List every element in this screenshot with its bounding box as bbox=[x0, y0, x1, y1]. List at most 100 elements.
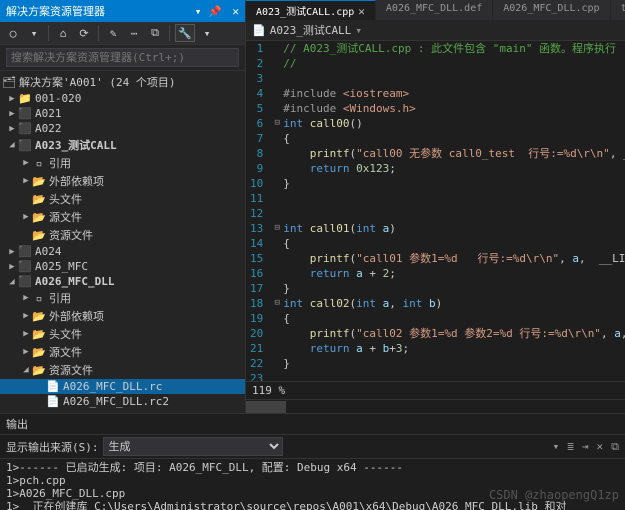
tree-item[interactable]: ▶⬛A025_MFC bbox=[0, 259, 245, 274]
close-tab-icon[interactable]: ✕ bbox=[358, 5, 365, 18]
code-line[interactable]: // A023_测试CALL.cpp : 此文件包含 "main" 函数。程序执… bbox=[283, 41, 625, 56]
fold-marker[interactable] bbox=[271, 266, 283, 281]
back-icon[interactable]: ◯ bbox=[4, 24, 22, 42]
fold-marker[interactable]: ⊟ bbox=[271, 296, 283, 311]
sync-icon[interactable]: ⟳ bbox=[75, 24, 93, 42]
code-line[interactable]: int call02(int a, int b) bbox=[283, 296, 625, 311]
tree-item[interactable]: ▶📂头文件 bbox=[0, 325, 245, 343]
code-line[interactable]: return a + 2; bbox=[283, 266, 625, 281]
zoom-level[interactable]: 119 % bbox=[246, 381, 625, 399]
fold-marker[interactable] bbox=[271, 86, 283, 101]
code-line[interactable]: #include <Windows.h> bbox=[283, 101, 625, 116]
expand-icon[interactable]: ▶ bbox=[6, 262, 18, 272]
code-line[interactable] bbox=[283, 371, 625, 381]
settings-icon[interactable]: ▾ bbox=[198, 24, 216, 42]
tree-item[interactable]: ▶📂外部依赖项 bbox=[0, 307, 245, 325]
fold-marker[interactable] bbox=[271, 41, 283, 56]
code-line[interactable]: // bbox=[283, 56, 625, 71]
code-line[interactable]: return a + b+3; bbox=[283, 341, 625, 356]
code-line[interactable] bbox=[283, 71, 625, 86]
breadcrumb[interactable]: 📄 A023_测试CALL ▾ bbox=[246, 20, 625, 41]
fold-marker[interactable] bbox=[271, 356, 283, 371]
expand-icon[interactable]: ◢ bbox=[20, 365, 32, 375]
code-line[interactable]: printf("call01 参数1=%d 行号:=%d\r\n", a, __… bbox=[283, 251, 625, 266]
tree-item[interactable]: ▶⬛A022 bbox=[0, 121, 245, 136]
expand-icon[interactable]: ▶ bbox=[6, 109, 18, 119]
scroll-thumb[interactable] bbox=[246, 401, 286, 413]
expand-icon[interactable]: ▶ bbox=[20, 347, 32, 357]
code-line[interactable]: #include <iostream> bbox=[283, 86, 625, 101]
fold-marker[interactable] bbox=[271, 191, 283, 206]
expand-icon[interactable]: ▶ bbox=[20, 311, 32, 321]
fwd-icon[interactable]: ▾ bbox=[25, 24, 43, 42]
fold-marker[interactable] bbox=[271, 251, 283, 266]
fold-marker[interactable] bbox=[271, 146, 283, 161]
pin-output-icon[interactable]: ⧉ bbox=[611, 440, 619, 454]
solution-root[interactable]: 🗂 解决方案'A001' (24 个项目) bbox=[0, 73, 245, 91]
brush-icon[interactable]: ✎ bbox=[104, 24, 122, 42]
close-icon[interactable]: ✕ bbox=[232, 5, 239, 18]
code-line[interactable]: } bbox=[283, 176, 625, 191]
code-line[interactable]: return 0x123; bbox=[283, 161, 625, 176]
fold-marker[interactable] bbox=[271, 101, 283, 116]
breadcrumb-dropdown[interactable]: ▾ bbox=[355, 24, 362, 37]
editor-tab[interactable]: A026_MFC_DLL.def bbox=[376, 0, 493, 20]
tree-item[interactable]: ▶▫引用 bbox=[0, 289, 245, 307]
wrench-icon[interactable]: 🔧 bbox=[175, 24, 195, 42]
fold-marker[interactable] bbox=[271, 206, 283, 221]
pin-icon[interactable]: ▾ 📌 bbox=[195, 5, 222, 18]
tree-item[interactable]: ▶📁001-020 bbox=[0, 91, 245, 106]
code-line[interactable]: { bbox=[283, 236, 625, 251]
editor-tab[interactable]: A026_MFC_DLL.cpp bbox=[493, 0, 610, 20]
fold-marker[interactable] bbox=[271, 176, 283, 191]
editor-tab[interactable]: A023_测试CALL.cpp✕ bbox=[246, 0, 376, 20]
code-line[interactable]: int call01(int a) bbox=[283, 221, 625, 236]
code-line[interactable]: printf("call00 无参数 call0_test 行号:=%d\r\n… bbox=[283, 146, 625, 161]
expand-icon[interactable]: ▶ bbox=[6, 124, 18, 134]
solution-tree[interactable]: 🗂 解决方案'A001' (24 个项目) ▶📁001-020▶⬛A021▶⬛A… bbox=[0, 71, 245, 413]
code-line[interactable] bbox=[283, 191, 625, 206]
fold-marker[interactable] bbox=[271, 371, 283, 381]
fold-gutter[interactable]: ⊟⊟⊟⊟ bbox=[271, 41, 283, 381]
tree-item[interactable]: ▶📂源文件 bbox=[0, 343, 245, 361]
code-line[interactable]: { bbox=[283, 131, 625, 146]
tree-item[interactable]: ◢📂资源文件 bbox=[0, 361, 245, 379]
tree-item[interactable]: 📂头文件 bbox=[0, 190, 245, 208]
fold-marker[interactable]: ⊟ bbox=[271, 116, 283, 131]
expand-icon[interactable]: ◢ bbox=[6, 140, 18, 150]
fold-marker[interactable] bbox=[271, 326, 283, 341]
fold-marker[interactable] bbox=[271, 56, 283, 71]
toggle-icon[interactable]: ≣ bbox=[567, 440, 574, 454]
expand-icon[interactable]: ◢ bbox=[6, 277, 18, 287]
fold-marker[interactable] bbox=[271, 281, 283, 296]
expand-icon[interactable]: ▶ bbox=[20, 212, 32, 222]
clear-icon[interactable]: ▾ bbox=[553, 440, 560, 454]
list-icon[interactable]: ⋯ bbox=[125, 24, 143, 42]
tree-item[interactable]: ◢⬛A023_测试CALL bbox=[0, 136, 245, 154]
code-line[interactable] bbox=[283, 206, 625, 221]
code-line[interactable]: } bbox=[283, 281, 625, 296]
fold-marker[interactable] bbox=[271, 311, 283, 326]
filter-icon[interactable]: ⧉ bbox=[146, 24, 164, 42]
output-text[interactable]: 1>------ 已启动生成: 项目: A026_MFC_DLL, 配置: De… bbox=[0, 459, 625, 510]
output-source-select[interactable]: 生成 bbox=[103, 437, 283, 456]
tree-item[interactable]: ▶⬛A021 bbox=[0, 106, 245, 121]
expand-icon[interactable]: ▶ bbox=[6, 94, 18, 104]
code-line[interactable]: printf("call02 参数1=%d 参数2=%d 行号:=%d\r\n"… bbox=[283, 326, 625, 341]
tree-item[interactable]: ▶⬛A024 bbox=[0, 244, 245, 259]
tree-item[interactable]: ▶📂外部依赖项 bbox=[0, 172, 245, 190]
code-line[interactable]: int call00() bbox=[283, 116, 625, 131]
fold-marker[interactable] bbox=[271, 71, 283, 86]
expand-icon[interactable]: ▶ bbox=[20, 329, 32, 339]
expand-icon[interactable]: ▶ bbox=[6, 247, 18, 257]
fold-marker[interactable]: ⊟ bbox=[271, 221, 283, 236]
fold-marker[interactable] bbox=[271, 341, 283, 356]
editor-tab[interactable]: targetver.h bbox=[611, 0, 625, 20]
wrap-icon[interactable]: ⇥ bbox=[582, 440, 589, 454]
code-area[interactable]: 1234567891011121314151617181920212223242… bbox=[246, 41, 625, 381]
tree-item[interactable]: 📄A026_MFC_DLL.rc bbox=[0, 379, 245, 394]
code-line[interactable]: { bbox=[283, 311, 625, 326]
search-input[interactable] bbox=[6, 48, 239, 67]
tree-item[interactable]: 📄A026_MFC_DLL.rc2 bbox=[0, 394, 245, 409]
panel-title[interactable]: 解决方案资源管理器 ▾ 📌 ✕ bbox=[0, 0, 245, 22]
